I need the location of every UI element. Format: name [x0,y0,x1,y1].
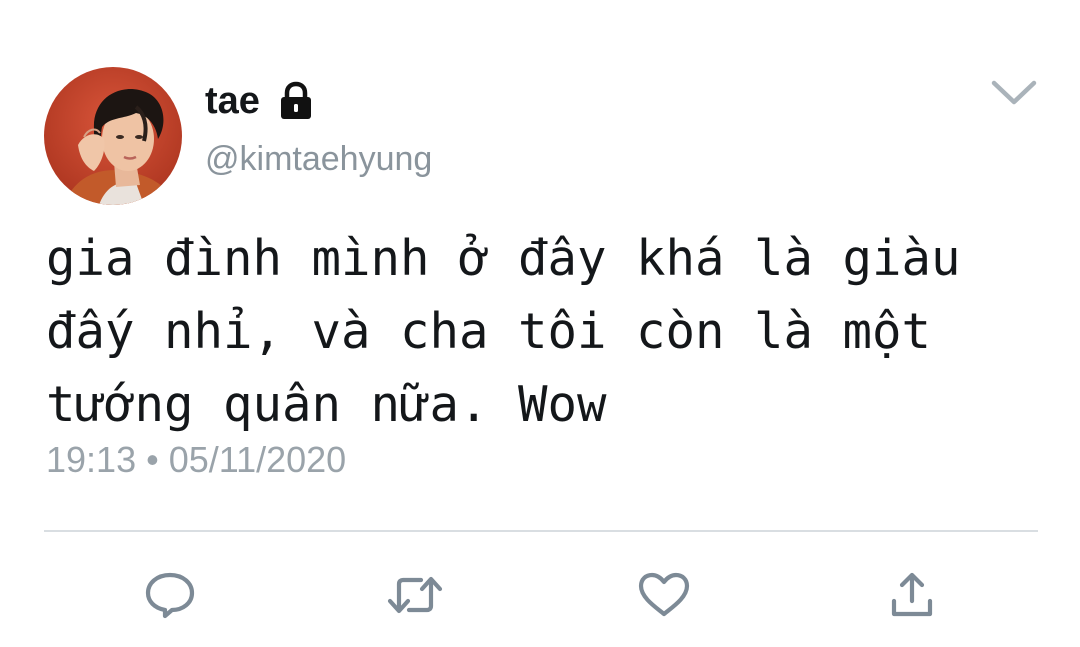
tweet-text: gia đình mình ở đây khá là giàu đấy nhỉ,… [46,230,961,433]
reply-icon [145,572,195,619]
share-icon [891,572,933,617]
divider [44,530,1038,532]
avatar[interactable] [44,67,182,205]
display-name[interactable]: tae [205,76,260,126]
lock-icon [278,81,314,121]
like-button[interactable] [636,570,692,620]
retweet-icon [387,576,443,614]
heart-icon [638,572,690,617]
avatar-image [44,67,182,205]
tweet-timestamp[interactable]: 19:13 • 05/11/2020 [46,437,346,483]
user-name-row: tae [205,76,314,126]
user-handle[interactable]: @kimtaehyung [205,137,432,181]
tweet-card: tae @kimtaehyung gia đình mình ở đây khá… [0,0,1080,647]
retweet-button[interactable] [387,570,443,620]
reply-button[interactable] [142,570,198,620]
chevron-down-icon[interactable] [990,78,1038,108]
share-button[interactable] [884,570,940,620]
